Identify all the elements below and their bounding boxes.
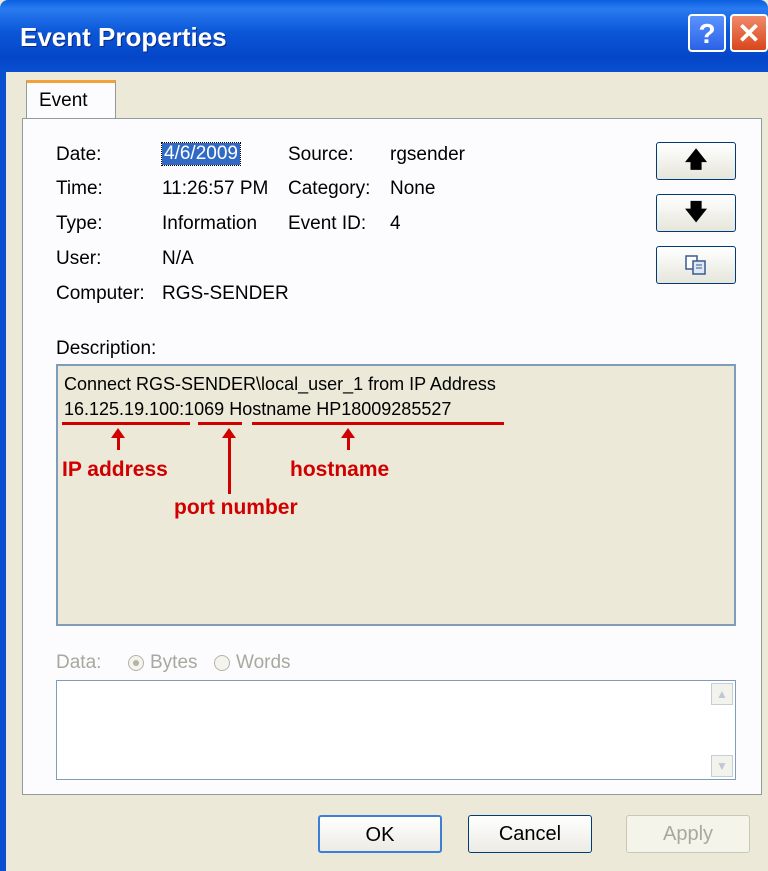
user-label: User: [56, 248, 102, 269]
user-value: N/A [162, 248, 194, 269]
computer-label: Computer: [56, 283, 145, 304]
copy-button[interactable] [656, 246, 736, 284]
description-textbox[interactable]: Connect RGS-SENDER\local_user_1 from IP … [56, 364, 736, 626]
cancel-button[interactable]: Cancel [468, 815, 592, 853]
port-arrow-shaft [228, 436, 231, 494]
tab-event[interactable]: Event [26, 80, 116, 120]
hostname-underline [252, 422, 504, 425]
words-radio[interactable] [214, 655, 230, 671]
window-title: Event Properties [20, 22, 227, 52]
hostname-prefix-text: Hostname [224, 399, 317, 419]
event-id-label: Event ID: [288, 213, 367, 234]
down-arrow-icon: 🡇 [684, 199, 708, 224]
apply-button[interactable]: Apply [626, 815, 750, 853]
bytes-radio[interactable] [128, 655, 144, 671]
ip-underline [62, 422, 190, 425]
time-value: 11:26:57 PM [162, 178, 269, 199]
close-button[interactable]: ✕ [730, 14, 768, 52]
next-event-button[interactable]: 🡇 [656, 194, 736, 232]
ip-address-annotation: IP address [62, 458, 168, 481]
port-number-text: 1069 [184, 399, 225, 419]
date-label: Date: [56, 144, 102, 165]
words-radio-label: Words [236, 652, 291, 673]
data-textbox[interactable]: ▲ ▼ [56, 680, 736, 780]
port-number-annotation: port number [174, 496, 298, 519]
ip-address-text: 16.125.19.100 [64, 399, 180, 419]
up-arrow-icon: 🡅 [684, 147, 708, 172]
hostname-annotation: hostname [290, 458, 390, 481]
ok-button[interactable]: OK [318, 815, 442, 853]
description-line-2: 16.125.19.100:1069 Hostname HP1800928552… [64, 399, 451, 420]
type-label: Type: [56, 213, 103, 234]
time-label: Time: [56, 178, 103, 199]
type-value: Information [162, 213, 258, 234]
title-bar[interactable]: Event Properties ? ✕ [0, 0, 768, 72]
hostname-arrow-shaft [347, 436, 350, 450]
scroll-up-arrow-icon[interactable]: ▲ [711, 683, 733, 705]
description-line-1: Connect RGS-SENDER\local_user_1 from IP … [64, 374, 496, 394]
port-underline [198, 422, 242, 425]
scroll-down-arrow-icon[interactable]: ▼ [711, 755, 733, 777]
category-label: Category: [288, 178, 371, 199]
bytes-radio-label: Bytes [150, 652, 198, 673]
computer-value: RGS-SENDER [162, 283, 289, 304]
category-value: None [390, 178, 436, 199]
window-frame-left [0, 72, 6, 871]
ip-arrow-shaft [117, 436, 120, 450]
source-value: rgsender [390, 144, 465, 165]
previous-event-button[interactable]: 🡅 [656, 142, 736, 180]
copy-icon [685, 255, 706, 275]
event-id-value: 4 [390, 213, 401, 234]
description-label: Description: [56, 338, 157, 359]
event-properties-window: Event Properties ? ✕ Event Date: 4/6/200… [0, 0, 768, 871]
help-button[interactable]: ? [688, 14, 726, 52]
date-value[interactable]: 4/6/2009 [161, 142, 241, 166]
hostname-text: HP18009285527 [316, 399, 452, 419]
source-label: Source: [288, 144, 354, 165]
data-label: Data: [56, 652, 102, 673]
